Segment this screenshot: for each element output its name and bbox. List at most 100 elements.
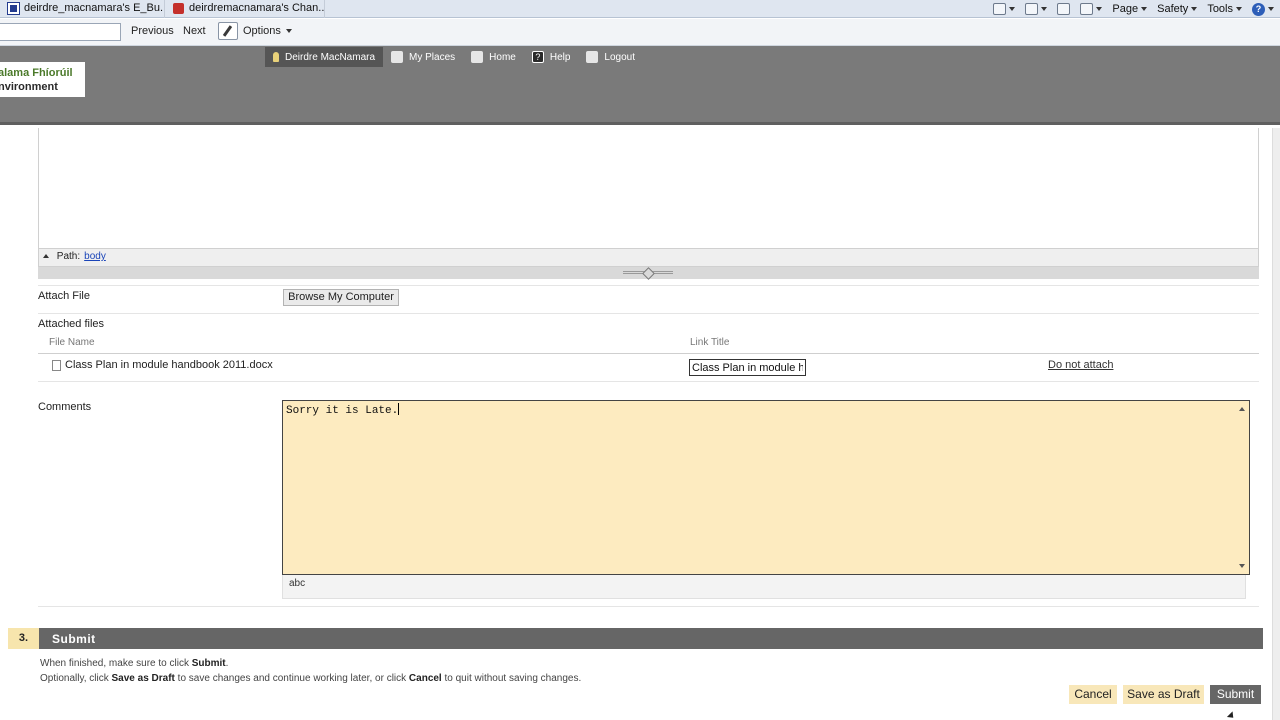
scroll-down-icon[interactable] — [1239, 564, 1245, 568]
mouse-pointer-icon — [1226, 711, 1237, 720]
spellcheck-bar: abc — [282, 575, 1246, 599]
home-icon — [471, 51, 484, 63]
submit-button[interactable]: Submit — [1210, 685, 1261, 704]
browser-tab-bar: deirdre_macnamara's E_Bu... deirdremacna… — [0, 0, 1280, 18]
site-logo[interactable]: alama Fhíorúil nvironment — [0, 62, 85, 97]
comments-label: Comments — [38, 401, 92, 413]
mail-button[interactable] — [1057, 3, 1071, 15]
chevron-down-icon — [1041, 7, 1048, 11]
rss-icon — [1025, 3, 1039, 15]
nav-home[interactable]: Home — [463, 47, 524, 67]
submit-instruction: When finished, make sure to click Submit… — [40, 658, 228, 669]
instruction-emphasis: Cancel — [408, 673, 442, 684]
text-cursor — [398, 403, 400, 415]
mail-icon — [1057, 3, 1071, 15]
logout-icon — [586, 51, 599, 63]
top-navigation: Deirdre MacNamara My Places Home ? Help … — [265, 46, 643, 68]
attach-file-label: Attach File — [38, 290, 90, 302]
nav-user-label: Deirdre MacNamara — [285, 51, 376, 63]
attached-file-row: Class Plan in module handbook 2011.docx — [52, 359, 273, 371]
nav-logout-label: Logout — [604, 51, 636, 63]
find-next-button[interactable]: Next — [183, 25, 206, 37]
feeds-menu[interactable] — [1025, 3, 1048, 15]
path-label: Path: — [56, 251, 81, 262]
browse-my-computer-button[interactable]: Browse My Computer — [283, 289, 399, 306]
scroll-up-icon[interactable] — [1239, 407, 1245, 411]
nav-my-places[interactable]: My Places — [383, 47, 463, 67]
divider — [38, 285, 1259, 286]
comments-textarea[interactable]: Sorry it is Late. — [282, 400, 1250, 575]
chevron-down-icon — [1268, 7, 1274, 11]
nav-help-label: Help — [549, 51, 571, 63]
link-title-input[interactable] — [689, 359, 806, 376]
home-icon — [993, 3, 1007, 15]
comments-text: Sorry it is Late. — [286, 405, 399, 417]
comments-scrollbar[interactable] — [1235, 401, 1249, 574]
chevron-down-icon — [1141, 7, 1148, 11]
command-bar: Page Safety Tools ? — [993, 0, 1274, 18]
print-menu[interactable] — [1080, 3, 1103, 15]
column-header-file-name: File Name — [49, 337, 95, 348]
attached-files-label: Attached files — [38, 318, 105, 330]
find-options-label: Options — [243, 25, 281, 37]
find-previous-button[interactable]: Previous — [131, 25, 174, 37]
resize-grip-icon — [623, 270, 673, 276]
spellcheck-icon[interactable]: abc — [289, 578, 305, 589]
submit-section-header: 3. Submit — [8, 628, 1263, 649]
rich-text-editor[interactable] — [38, 128, 1259, 249]
home-menu[interactable] — [993, 3, 1016, 15]
browser-tab[interactable]: deirdremacnamara's Chan... — [165, 0, 325, 18]
chevron-down-icon — [1096, 7, 1103, 11]
page-menu-label: Page — [1112, 3, 1139, 15]
find-input[interactable] — [0, 23, 121, 41]
editor-resize-handle[interactable] — [38, 267, 1259, 279]
nav-user[interactable]: Deirdre MacNamara — [265, 47, 384, 67]
my-places-icon — [391, 51, 404, 63]
page-scrollbar[interactable] — [1272, 128, 1280, 720]
do-not-attach-link[interactable]: Do not attach — [1048, 359, 1113, 371]
chevron-down-icon — [1236, 7, 1242, 11]
instruction-text: Optionally, click — [40, 673, 112, 684]
browser-tab[interactable]: deirdre_macnamara's E_Bu... — [0, 0, 165, 18]
attached-file-name: Class Plan in module handbook 2011.docx — [65, 359, 273, 371]
chevron-down-icon — [285, 29, 292, 33]
column-header-link-title: Link Title — [690, 337, 730, 348]
tab-label: deirdre_macnamara's E_Bu... — [24, 2, 165, 14]
find-options-button[interactable]: Options — [218, 22, 292, 40]
nav-my-places-label: My Places — [409, 51, 456, 63]
page-menu[interactable]: Page — [1112, 3, 1148, 15]
pencil-icon — [218, 22, 238, 40]
save-as-draft-button[interactable]: Save as Draft — [1123, 685, 1204, 704]
site-header: alama Fhíorúil nvironment Deirdre MacNam… — [0, 46, 1280, 125]
safety-menu-label: Safety — [1157, 3, 1189, 15]
divider — [38, 606, 1259, 607]
editor-path-bar: Path: body — [38, 249, 1259, 267]
instruction-text: to save changes and continue working lat… — [174, 673, 409, 684]
tab-label: deirdremacnamara's Chan... — [189, 2, 325, 14]
find-bar: Previous Next Options — [0, 19, 1280, 46]
safety-menu[interactable]: Safety — [1157, 3, 1198, 15]
main-content: Path: body Attach File Browse My Computer… — [0, 128, 1280, 720]
divider — [38, 313, 1259, 314]
logo-line-2: nvironment — [0, 81, 58, 93]
tools-menu[interactable]: Tools — [1207, 3, 1242, 15]
draft-instruction: Optionally, click Save as Draft to save … — [40, 673, 581, 684]
document-icon — [52, 359, 61, 371]
chevron-down-icon — [1009, 7, 1016, 11]
table-divider — [38, 353, 1259, 354]
chevron-down-icon — [1191, 7, 1198, 11]
nav-logout[interactable]: Logout — [578, 47, 643, 67]
collapse-toolbar-icon[interactable] — [43, 254, 49, 259]
cancel-button[interactable]: Cancel — [1069, 685, 1117, 704]
help-icon: ? — [531, 51, 544, 63]
path-body-link[interactable]: body — [84, 251, 106, 262]
help-icon: ? — [1252, 2, 1265, 16]
divider — [38, 381, 1259, 382]
tools-menu-label: Tools — [1207, 3, 1233, 15]
help-menu[interactable]: ? — [1252, 2, 1274, 16]
instruction-text: . — [225, 658, 229, 669]
logo-line-1: alama Fhíorúil — [0, 67, 73, 79]
nav-help[interactable]: ? Help — [524, 47, 579, 67]
instruction-text: to quit without saving changes. — [441, 673, 582, 684]
youtube-favicon-icon — [173, 3, 184, 14]
